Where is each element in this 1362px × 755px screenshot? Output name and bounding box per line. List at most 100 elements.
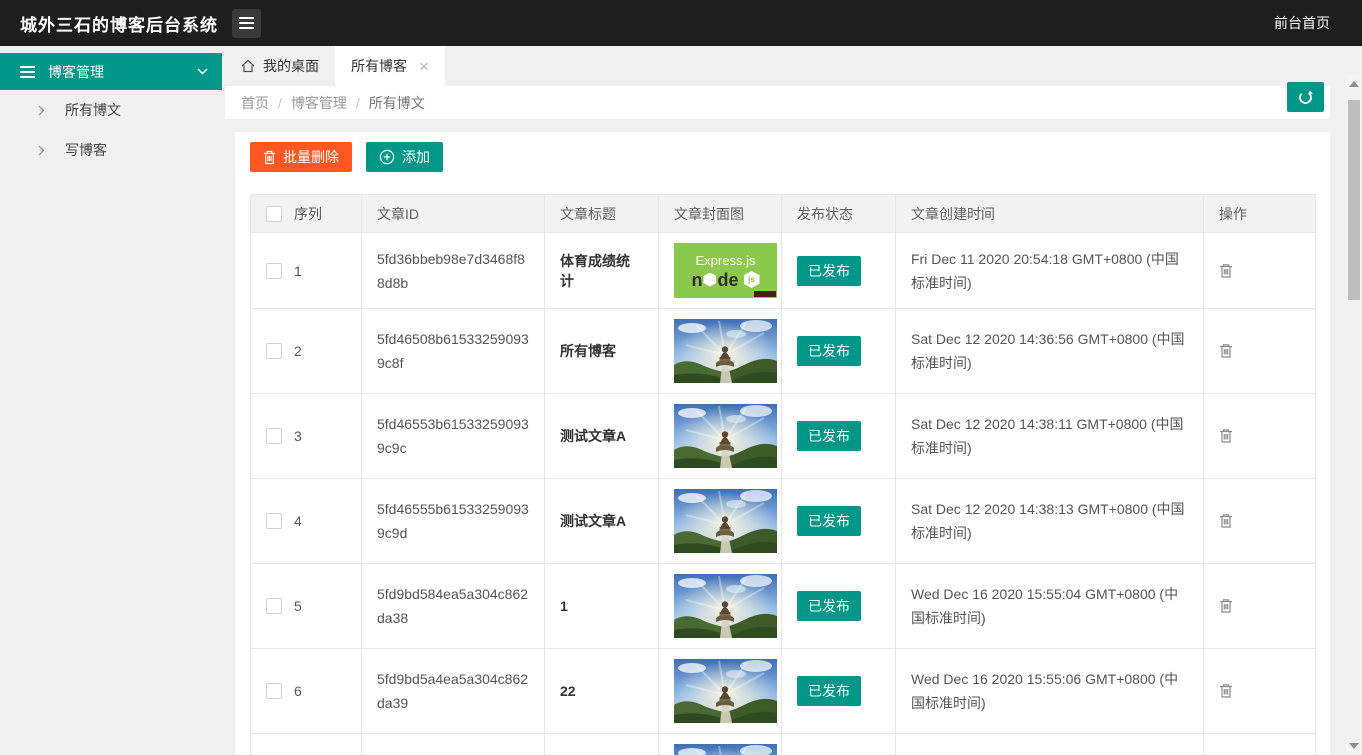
trash-icon — [263, 150, 276, 165]
article-id — [361, 733, 545, 755]
article-title — [544, 733, 659, 755]
article-time: Sat Dec 12 2020 14:38:11 GMT+0800 (中国标准时… — [895, 393, 1204, 479]
delete-button[interactable] — [1219, 343, 1233, 359]
table-row: 2 5fd46508b615332590939c8f 所有博客 已发布 Sat … — [250, 308, 1316, 394]
batch-delete-button[interactable]: 批量删除 — [250, 142, 352, 172]
tab-all-blogs[interactable]: 所有博客 × — [335, 46, 445, 86]
status-badge[interactable]: 已发布 — [797, 591, 861, 621]
row-checkbox[interactable] — [266, 683, 282, 699]
trash-icon — [1219, 428, 1233, 444]
article-time: Sat Dec 12 2020 14:38:13 GMT+0800 (中国标准时… — [895, 478, 1204, 564]
delete-button[interactable] — [1219, 683, 1233, 699]
batch-delete-label: 批量删除 — [283, 149, 339, 165]
row-checkbox[interactable] — [266, 428, 282, 444]
row-checkbox[interactable] — [266, 262, 282, 279]
article-time: Fri Dec 11 2020 20:54:18 GMT+0800 (中国标准时… — [895, 232, 1204, 309]
col-article-id: 文章ID — [361, 194, 545, 233]
row-checkbox[interactable] — [266, 343, 282, 359]
buddha-landscape-image — [674, 489, 777, 553]
table-header-row: 序列 文章ID 文章标题 文章封面图 发布状态 文章创建时间 操作 — [250, 194, 1316, 233]
article-id: 5fd46555b615332590939c9d — [361, 478, 545, 564]
trash-icon — [1219, 513, 1233, 529]
buddha-landscape-image — [674, 744, 777, 755]
watermark — [754, 291, 776, 297]
breadcrumb-separator: / — [278, 94, 282, 111]
table-row: 5 5fd9bd584ea5a304c862da38 1 已发布 Wed Dec… — [250, 563, 1316, 649]
table-row: 4 5fd46555b615332590939c9d 测试文章A 已发布 Sat… — [250, 478, 1316, 564]
status-badge[interactable]: 已发布 — [797, 676, 861, 706]
col-seq-label: 序列 — [294, 205, 322, 222]
js-hexagon-badge: js — [743, 271, 760, 288]
article-title: 测试文章A — [544, 393, 659, 479]
scroll-down-arrow[interactable] — [1349, 743, 1359, 749]
sidebar-group-blog-management[interactable]: 博客管理 — [0, 53, 222, 90]
refresh-icon — [1297, 89, 1314, 106]
main-content: 我的桌面 所有博客 × 首页 / 博客管理 / 所有博文 批量删除 添加 序列 … — [225, 46, 1330, 755]
status-badge[interactable]: 已发布 — [797, 421, 861, 451]
top-header: 城外三石的博客后台系统 前台首页 — [0, 0, 1362, 46]
table-row: 3 5fd46553b615332590939c9c 测试文章A 已发布 Sat… — [250, 393, 1316, 479]
article-time: Wed Dec 16 2020 15:55:04 GMT+0800 (中国标准时… — [895, 563, 1204, 649]
toolbar: 批量删除 添加 — [250, 142, 1315, 172]
status-badge[interactable]: 已发布 — [797, 255, 861, 286]
table-row — [250, 733, 1316, 755]
status-badge[interactable]: 已发布 — [797, 336, 861, 366]
row-seq: 5 — [294, 598, 302, 614]
col-cover-image: 文章封面图 — [658, 194, 782, 233]
trash-icon — [1219, 263, 1233, 279]
row-seq: 1 — [294, 262, 302, 279]
article-title: 测试文章A — [544, 478, 659, 564]
frontend-home-link[interactable]: 前台首页 — [1274, 13, 1330, 33]
hamburger-menu-button[interactable] — [232, 8, 261, 38]
select-all-checkbox[interactable] — [266, 205, 282, 222]
article-time — [895, 733, 1204, 755]
chevron-down-icon — [197, 68, 208, 75]
sidebar-item-label: 所有博文 — [65, 102, 121, 118]
sidebar-item-write-blog[interactable]: 写博客 — [0, 130, 225, 170]
table-body: 1 5fd36bbeb98e7d3468f88d8b 体育成绩统计 Expres… — [250, 232, 1316, 755]
tab-my-desktop[interactable]: 我的桌面 — [225, 46, 335, 86]
node-logo: n de js — [691, 271, 760, 289]
sidebar-item-all-posts[interactable]: 所有博文 — [0, 90, 225, 130]
row-seq: 4 — [294, 513, 302, 529]
trash-icon — [1219, 343, 1233, 359]
delete-button[interactable] — [1219, 428, 1233, 444]
breadcrumb-blog-management[interactable]: 博客管理 — [291, 93, 347, 113]
close-icon[interactable]: × — [419, 58, 429, 75]
delete-button[interactable] — [1219, 263, 1233, 279]
row-checkbox[interactable] — [266, 513, 282, 529]
article-id: 5fd36bbeb98e7d3468f88d8b — [361, 232, 545, 309]
vertical-scrollbar[interactable] — [1346, 75, 1362, 755]
delete-button[interactable] — [1219, 513, 1233, 529]
row-checkbox[interactable] — [266, 598, 282, 614]
refresh-button[interactable] — [1287, 82, 1324, 112]
buddha-landscape-image — [674, 659, 777, 723]
article-id: 5fd46553b615332590939c9c — [361, 393, 545, 479]
breadcrumb-home[interactable]: 首页 — [241, 93, 269, 113]
add-button[interactable]: 添加 — [366, 142, 443, 172]
article-title: 所有博客 — [544, 308, 659, 394]
scroll-up-arrow[interactable] — [1349, 81, 1359, 87]
status-badge[interactable]: 已发布 — [797, 506, 861, 536]
table-row: 1 5fd36bbeb98e7d3468f88d8b 体育成绩统计 Expres… — [250, 232, 1316, 309]
scroll-thumb[interactable] — [1348, 100, 1360, 300]
article-title: 22 — [544, 648, 659, 734]
breadcrumb-all-posts: 所有博文 — [368, 94, 425, 111]
home-icon — [241, 59, 255, 73]
sidebar: 博客管理 所有博文 写博客 — [0, 46, 225, 755]
article-title: 1 — [544, 563, 659, 649]
tab-bar: 我的桌面 所有博客 × — [225, 46, 1330, 86]
delete-button[interactable] — [1219, 598, 1233, 614]
chevron-right-icon — [38, 145, 45, 156]
express-node-logo-image: Express.js n de js — [674, 243, 777, 298]
express-text: Express.js — [695, 252, 756, 268]
trash-icon — [1219, 598, 1233, 614]
article-title: 体育成绩统计 — [544, 232, 659, 309]
sidebar-item-label: 写博客 — [65, 142, 107, 158]
add-label: 添加 — [402, 149, 430, 165]
breadcrumb-separator: / — [355, 94, 360, 111]
buddha-landscape-image — [674, 574, 777, 638]
row-seq: 3 — [294, 428, 302, 444]
article-id: 5fd9bd5a4ea5a304c862da39 — [361, 648, 545, 734]
article-id: 5fd46508b615332590939c8f — [361, 308, 545, 394]
